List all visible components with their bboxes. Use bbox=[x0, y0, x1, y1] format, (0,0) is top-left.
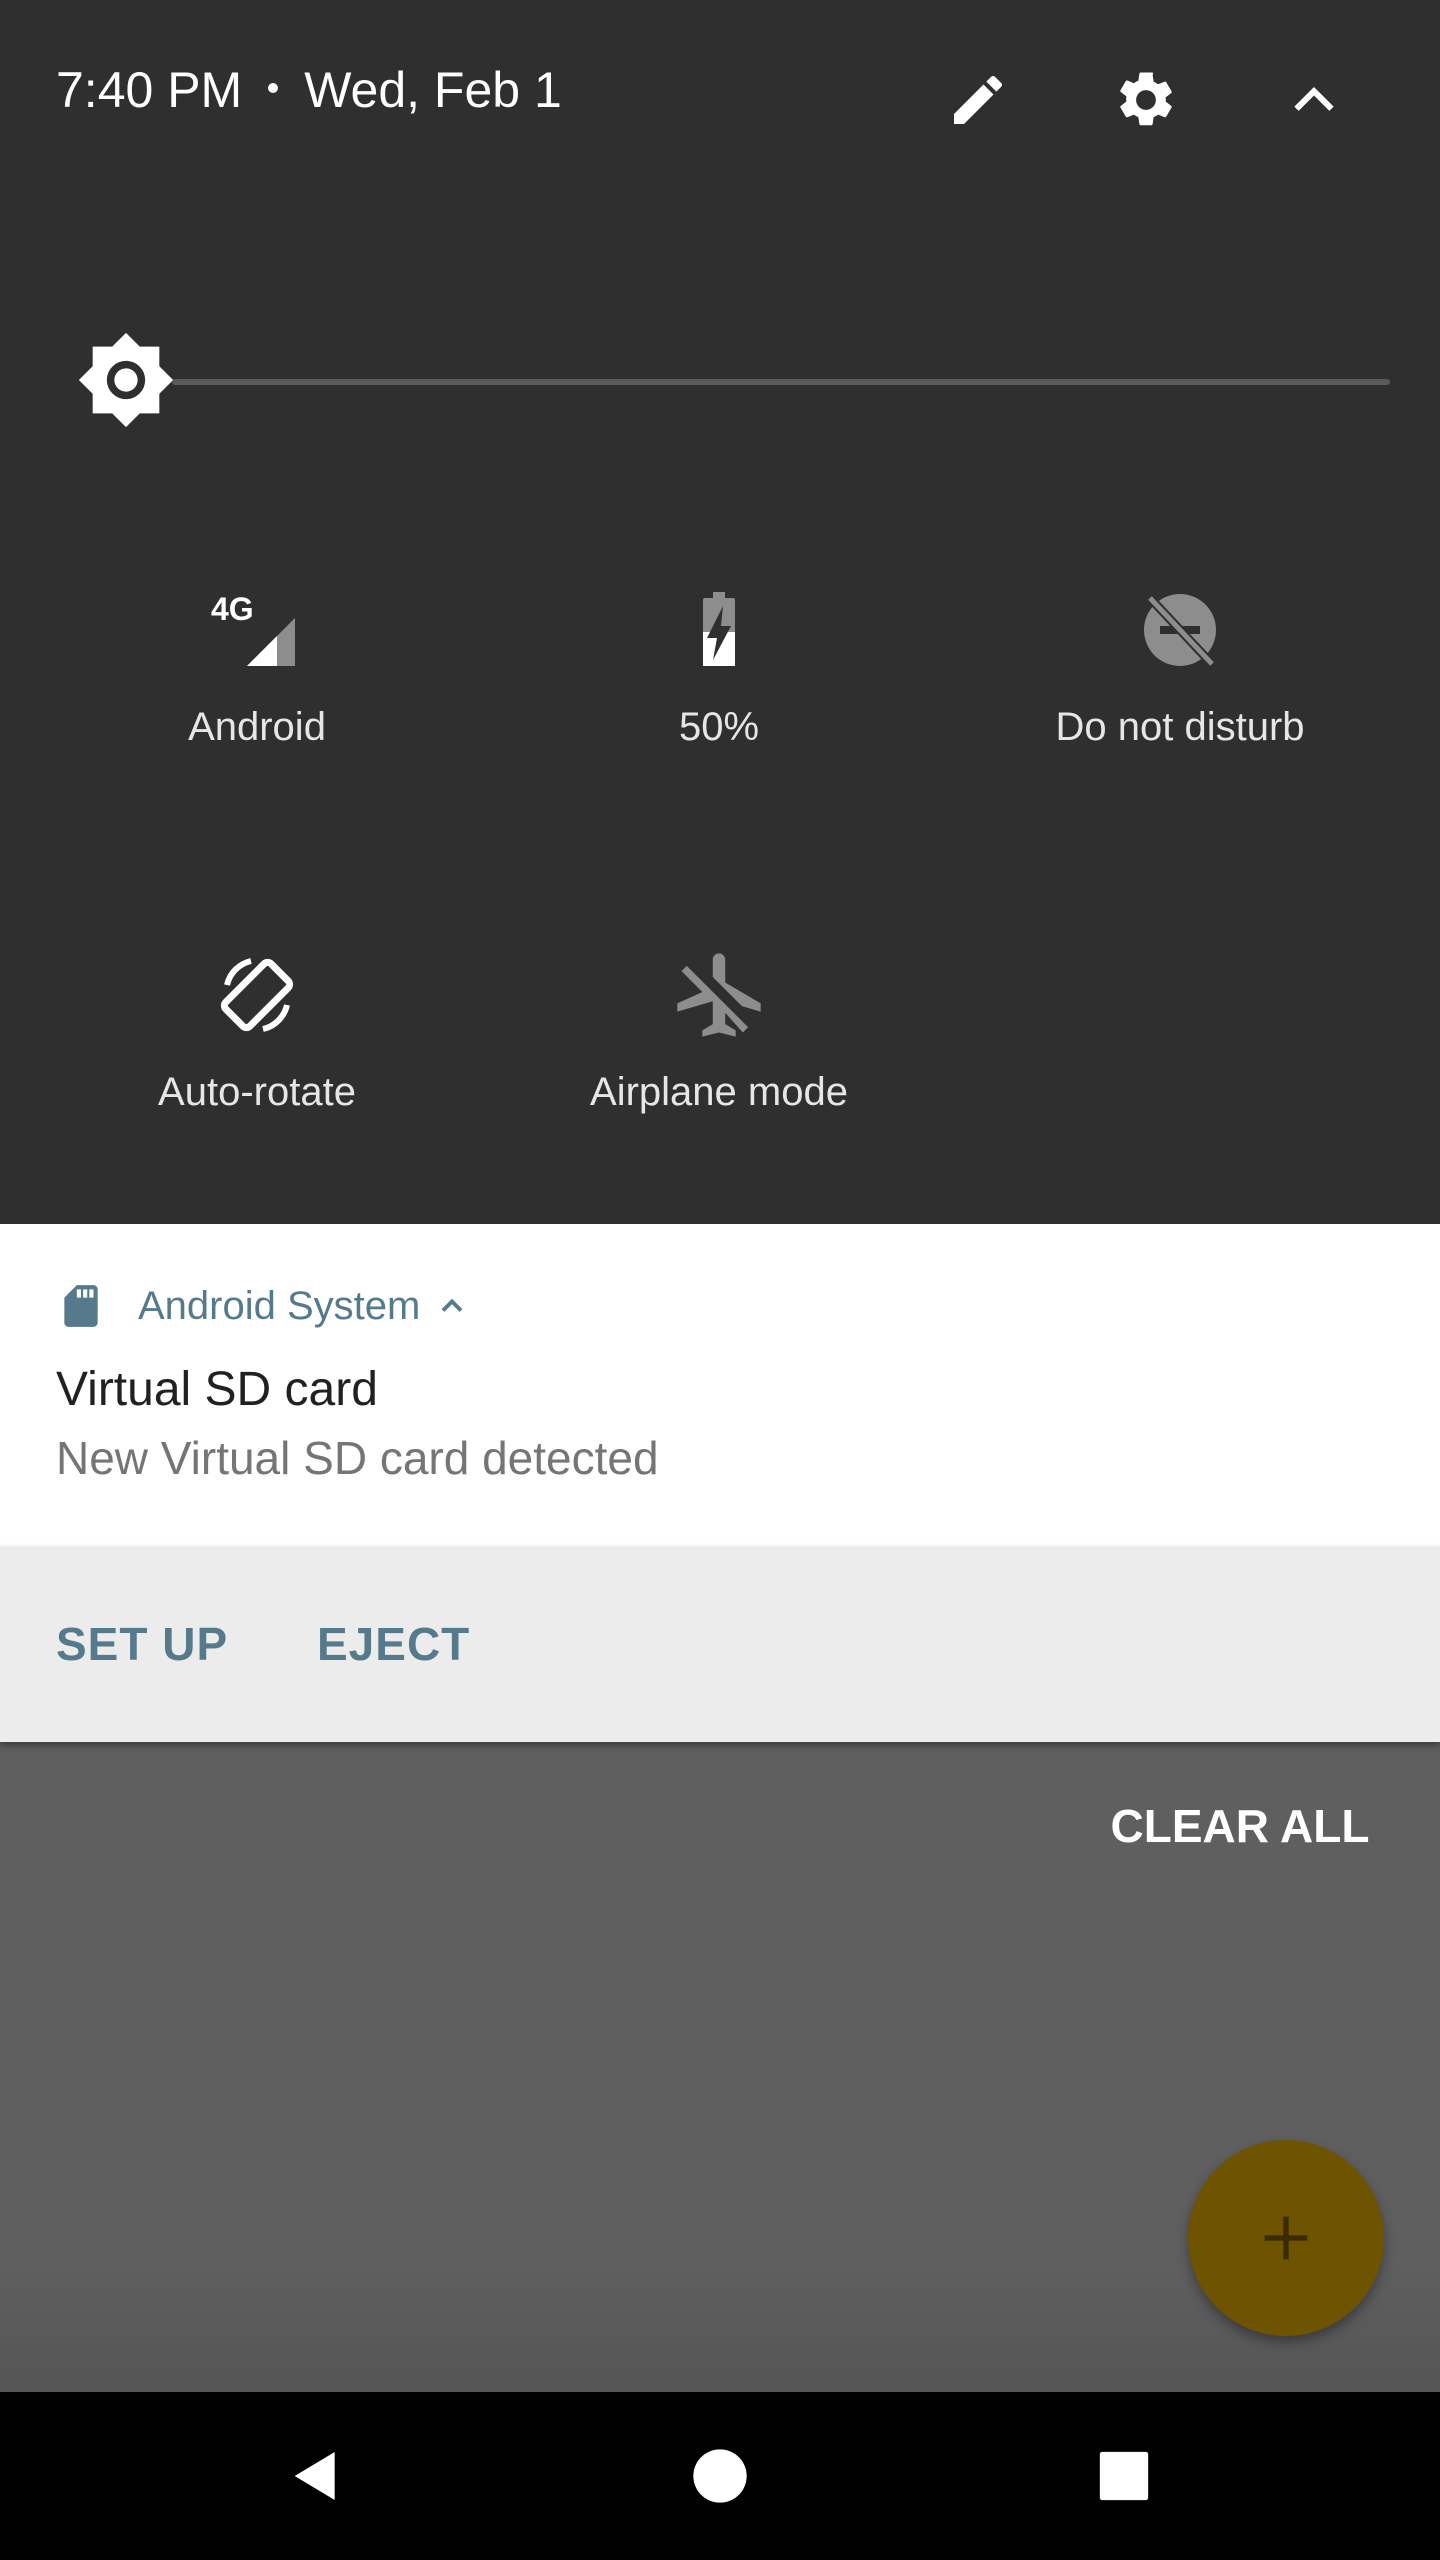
tile-label: 50% bbox=[678, 705, 760, 749]
airplane-off-icon bbox=[677, 953, 761, 1037]
tile-auto-rotate[interactable]: Auto-rotate bbox=[27, 945, 487, 1185]
tile-label: Auto-rotate bbox=[158, 1070, 356, 1114]
edit-button[interactable] bbox=[928, 50, 1028, 150]
separator-dot bbox=[268, 82, 279, 93]
back-button[interactable] bbox=[266, 2426, 366, 2526]
battery-charging-icon bbox=[703, 592, 735, 666]
navigation-bar bbox=[0, 2392, 1440, 2560]
plus-icon bbox=[1264, 2216, 1308, 2260]
brightness-track[interactable] bbox=[172, 379, 1390, 385]
back-icon bbox=[294, 2452, 335, 2500]
auto-rotate-icon bbox=[220, 958, 294, 1032]
recents-button[interactable] bbox=[1074, 2426, 1174, 2526]
setup-button[interactable]: SET UP bbox=[56, 1546, 228, 1742]
home-icon bbox=[693, 2449, 747, 2503]
tile-battery[interactable]: 50% bbox=[489, 580, 949, 820]
quick-settings-panel: 7:40 PM Wed, Feb 1 4G Android 50% Do not… bbox=[0, 0, 1440, 1224]
chevron-up-icon[interactable] bbox=[434, 1288, 470, 1324]
tile-cellular[interactable]: 4G Android bbox=[27, 580, 487, 820]
clear-all-button[interactable]: CLEAR ALL bbox=[1100, 1786, 1380, 1866]
home-button[interactable] bbox=[670, 2426, 770, 2526]
notification-text: New Virtual SD card detected bbox=[56, 1432, 659, 1484]
svg-text:4G: 4G bbox=[211, 591, 254, 627]
notification-header[interactable]: Android System bbox=[56, 1276, 470, 1336]
quick-settings-header: 7:40 PM Wed, Feb 1 bbox=[0, 0, 1440, 190]
tile-do-not-disturb[interactable]: Do not disturb bbox=[950, 580, 1410, 820]
pencil-icon bbox=[954, 75, 1003, 124]
notification-card[interactable]: Android System Virtual SD card New Virtu… bbox=[0, 1224, 1440, 1546]
tile-label: Android bbox=[188, 705, 326, 749]
chevron-up-icon bbox=[1294, 87, 1334, 111]
add-fab-button[interactable] bbox=[1188, 2140, 1384, 2336]
notification-shade: 7:40 PM Wed, Feb 1 4G Android 50% Do not… bbox=[0, 0, 1440, 2560]
cellular-4g-icon: 4G bbox=[211, 591, 295, 666]
notification-actions: SET UP EJECT bbox=[0, 1546, 1440, 1742]
do-not-disturb-off-icon bbox=[1144, 594, 1216, 668]
collapse-button[interactable] bbox=[1264, 50, 1364, 150]
notification-app-name: Android System bbox=[138, 1283, 421, 1328]
sd-card-icon bbox=[64, 1285, 98, 1327]
tile-label: Do not disturb bbox=[1055, 705, 1305, 749]
gear-icon bbox=[1120, 72, 1172, 126]
tile-label: Airplane mode bbox=[590, 1070, 848, 1114]
recents-icon bbox=[1099, 2451, 1149, 2501]
clock-time: 7:40 PM bbox=[56, 62, 243, 118]
brightness-slider[interactable] bbox=[76, 330, 1390, 440]
tile-airplane-mode[interactable]: Airplane mode bbox=[489, 945, 949, 1185]
brightness-icon[interactable] bbox=[76, 330, 176, 430]
status-datetime: 7:40 PM Wed, Feb 1 bbox=[56, 60, 562, 120]
clock-date: Wed, Feb 1 bbox=[304, 62, 562, 118]
notification-title: Virtual SD card bbox=[56, 1363, 378, 1416]
settings-button[interactable] bbox=[1096, 50, 1196, 150]
eject-button[interactable]: EJECT bbox=[317, 1546, 470, 1742]
